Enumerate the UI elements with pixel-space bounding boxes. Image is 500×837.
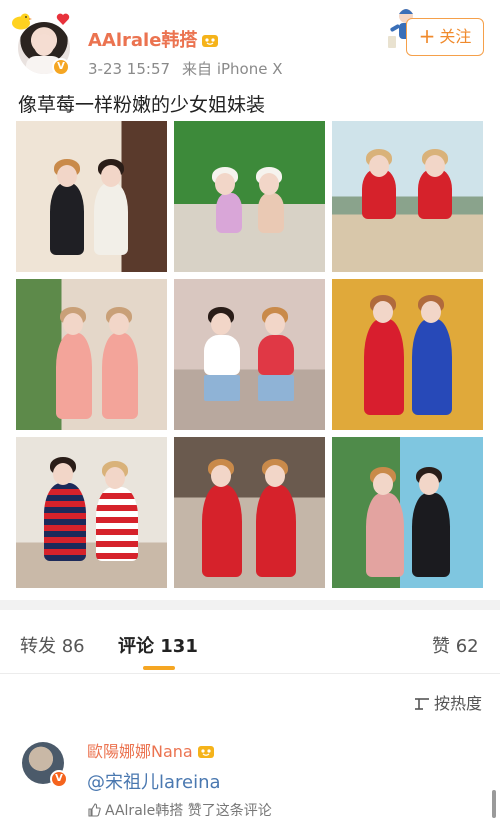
- post-username[interactable]: AAlrale韩搭: [88, 26, 219, 52]
- avatar-face: [34, 34, 54, 56]
- photo-2[interactable]: [174, 121, 325, 272]
- post-meta: 3-23 15:57 来自 iPhone X: [88, 58, 283, 79]
- liked-by-row: AAlrale韩搭 赞了这条评论: [87, 800, 272, 820]
- liked-by-text: AAlrale韩搭 赞了这条评论: [105, 803, 272, 819]
- comment-username-text[interactable]: 歐陽娜娜Nana: [87, 742, 193, 761]
- active-tab-indicator: [143, 666, 175, 670]
- sort-icon: [414, 698, 429, 710]
- comment-username[interactable]: 歐陽娜娜Nana: [87, 738, 215, 762]
- tab-repost[interactable]: 转发 86: [20, 632, 85, 658]
- plus-icon: +: [418, 24, 436, 48]
- sort-label: 按热度: [433, 694, 482, 713]
- photo-3[interactable]: [332, 121, 483, 272]
- photo-8[interactable]: [174, 437, 325, 588]
- post-source: 来自 iPhone X: [182, 60, 283, 78]
- post-username-text[interactable]: AAlrale韩搭: [88, 30, 197, 51]
- photo-4[interactable]: [16, 279, 167, 430]
- photo-grid: [16, 121, 484, 588]
- photo-5[interactable]: [174, 279, 325, 430]
- section-divider: [0, 600, 500, 610]
- comment-text[interactable]: @宋祖儿lareina: [87, 768, 221, 794]
- verified-icon: V: [52, 58, 70, 76]
- post-date: 3-23 15:57: [88, 60, 171, 78]
- post-text: 像草莓一样粉嫩的少女姐妹装: [18, 94, 266, 116]
- verified-icon: V: [50, 770, 68, 788]
- crown-badge-icon: [202, 35, 219, 47]
- photo-7[interactable]: [16, 437, 167, 588]
- photo-6[interactable]: [332, 279, 483, 430]
- crown-badge-icon: [197, 746, 214, 758]
- post-header: V AAlrale韩搭 3-23 15:57 来自 iPhone X + 关注: [0, 0, 500, 90]
- photo-1[interactable]: [16, 121, 167, 272]
- photo-9[interactable]: [332, 437, 483, 588]
- tab-like[interactable]: 赞 62: [432, 632, 479, 658]
- duck-icon: [12, 13, 32, 30]
- tab-comment[interactable]: 评论 131: [118, 632, 198, 658]
- sort-by-hot-button[interactable]: 按热度: [414, 690, 482, 714]
- thumb-up-icon: [88, 803, 101, 817]
- post-tabs: 转发 86 评论 131 赞 62: [0, 610, 500, 674]
- follow-label: 关注: [439, 27, 472, 46]
- follow-button[interactable]: + 关注: [406, 18, 484, 56]
- scrollbar[interactable]: [492, 790, 496, 818]
- heart-icon: [56, 13, 70, 25]
